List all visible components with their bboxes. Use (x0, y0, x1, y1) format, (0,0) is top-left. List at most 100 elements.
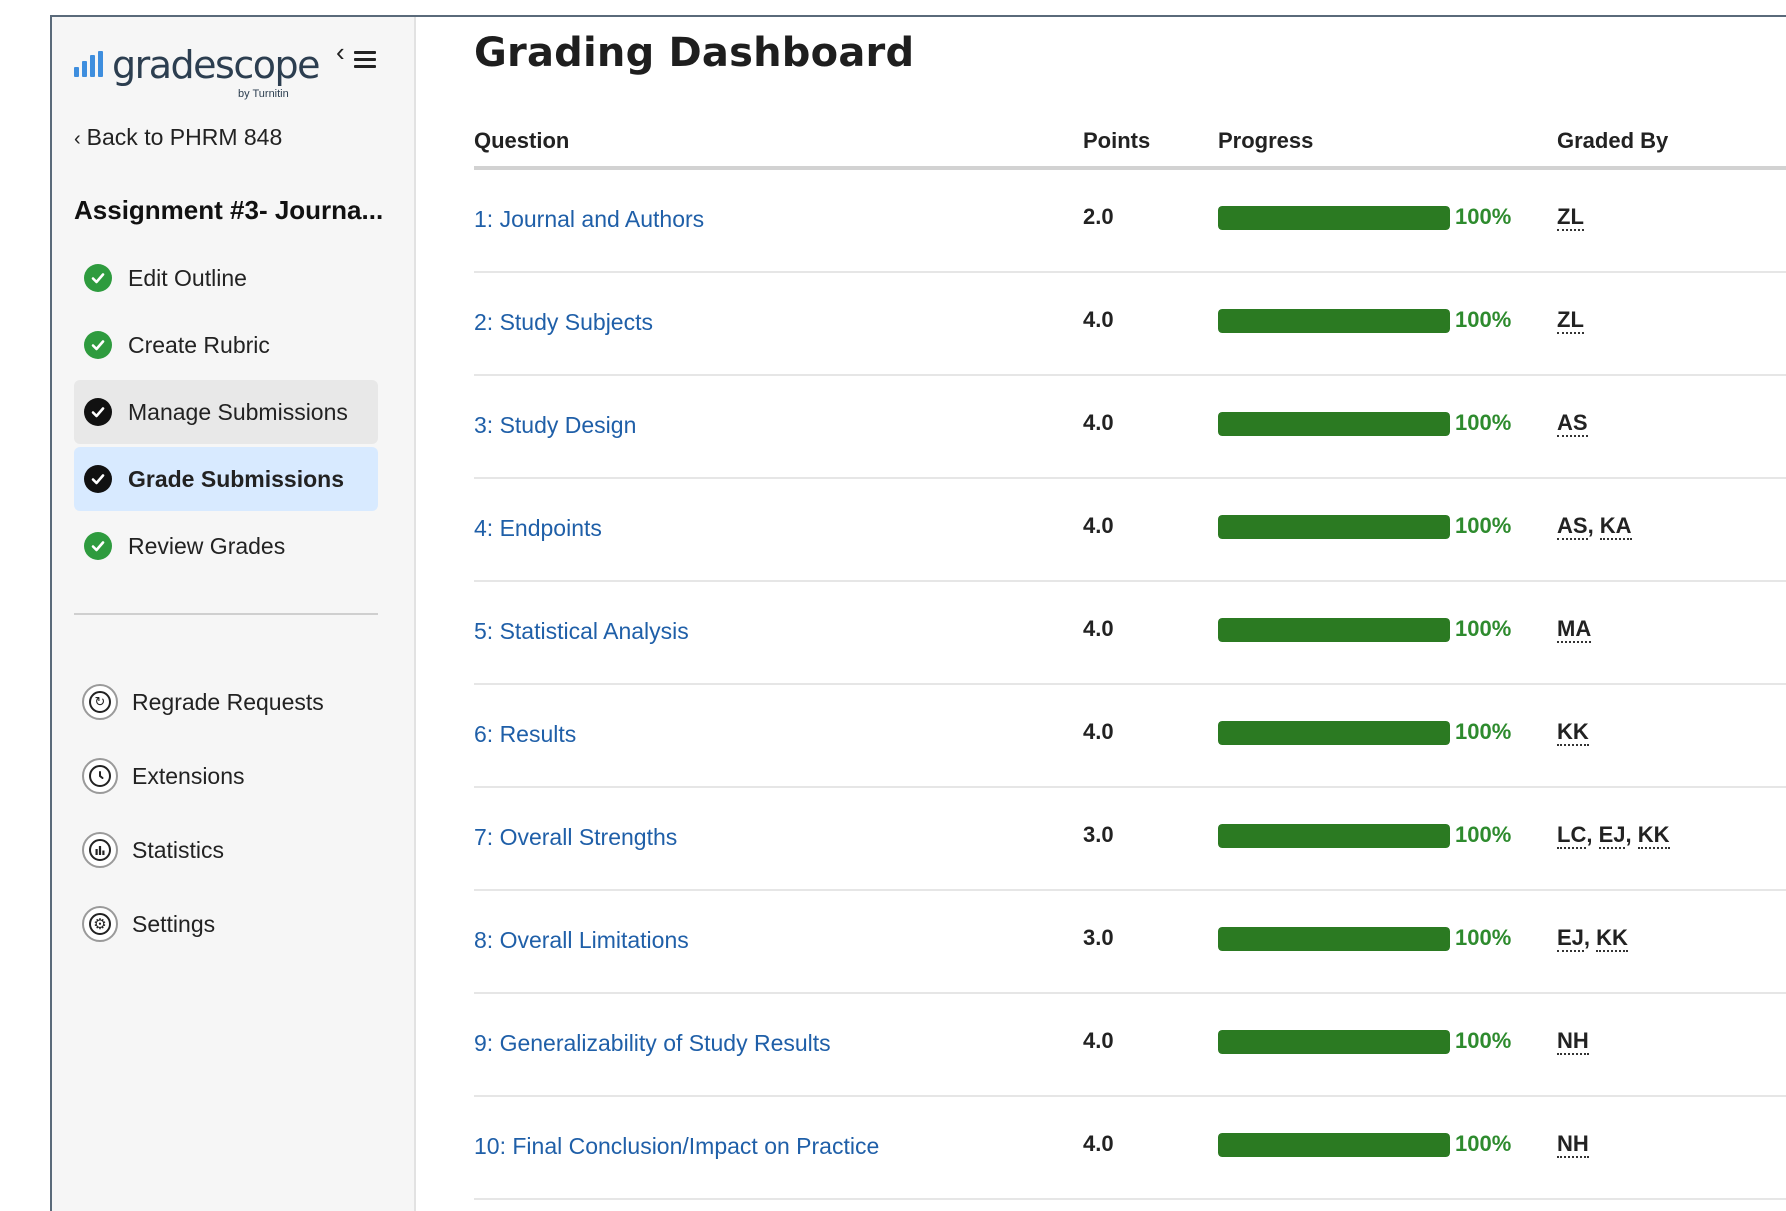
sidebar-item-settings[interactable]: ⚙ Settings (74, 887, 378, 961)
grader-initials[interactable]: NH (1557, 1028, 1589, 1055)
table-row: 9: Generalizability of Study Results 4.0 1… (474, 994, 1786, 1097)
question-points: 4.0 (1083, 719, 1114, 744)
sidebar-item-label: Review Grades (128, 532, 286, 559)
question-link[interactable]: 1: Journal and Authors (474, 206, 704, 233)
chevron-left-icon: ‹ (74, 128, 81, 150)
sidebar-item-label: Extensions (132, 762, 245, 789)
sidebar-item-grade-submissions[interactable]: Grade Submissions (74, 447, 378, 511)
question-points: 4.0 (1083, 513, 1114, 538)
progress-bar-fill (1218, 309, 1450, 333)
grader-initials[interactable]: EJ (1557, 925, 1584, 952)
question-points: 3.0 (1083, 925, 1114, 950)
sidebar-item-extensions[interactable]: Extensions (74, 739, 378, 813)
check-circle-icon (84, 398, 112, 426)
page-title: Grading Dashboard (474, 30, 915, 76)
question-link[interactable]: 5: Statistical Analysis (474, 618, 689, 645)
question-link[interactable]: 2: Study Subjects (474, 309, 653, 336)
back-to-course-link[interactable]: ‹ Back to PHRM 848 (74, 124, 282, 151)
grader-initials[interactable]: AS (1557, 410, 1588, 437)
grader-initials[interactable]: AS (1557, 513, 1588, 540)
sidebar-item-label: Regrade Requests (132, 688, 324, 715)
table-row: 7: Overall Strengths 3.0 100% LC, EJ, KK (474, 788, 1786, 891)
assignment-tools-nav: ↻ Regrade Requests Extensions Statistics… (74, 665, 378, 961)
main-content: Grading Dashboard (474, 30, 1786, 76)
progress-bar-fill (1218, 1030, 1450, 1054)
progress-bar-fill (1218, 824, 1450, 848)
graded-by-list: AS, KA (1557, 513, 1632, 540)
sidebar-item-label: Edit Outline (128, 264, 247, 291)
back-link-label: Back to PHRM 848 (86, 124, 283, 150)
progress-bar-fill (1218, 721, 1450, 745)
table-header: Question Points Progress Graded By (474, 120, 1786, 170)
progress-percent: 100% (1455, 925, 1512, 950)
progress-bar (1218, 824, 1450, 848)
question-link[interactable]: 8: Overall Limitations (474, 927, 689, 954)
grader-initials[interactable]: KK (1596, 925, 1628, 952)
progress-bar-fill (1218, 412, 1450, 436)
sidebar-item-label: Create Rubric (128, 331, 270, 358)
progress-percent: 100% (1455, 822, 1512, 847)
progress-percent: 100% (1455, 513, 1512, 538)
column-header-question: Question (474, 128, 570, 153)
sidebar-item-manage-submissions[interactable]: Manage Submissions (74, 380, 378, 444)
progress-percent: 100% (1455, 616, 1512, 641)
grader-initials[interactable]: KK (1637, 822, 1670, 849)
gradescope-logo[interactable]: gradescope by Turnitin (74, 33, 320, 100)
sidebar-item-label: Manage Submissions (128, 398, 348, 425)
sidebar: gradescope by Turnitin ‹ ‹ Back to PHRM 8… (52, 17, 416, 1211)
question-link[interactable]: 7: Overall Strengths (474, 824, 677, 851)
question-points: 4.0 (1083, 1028, 1114, 1053)
question-link[interactable]: 3: Study Design (474, 412, 636, 439)
progress-bar-fill (1218, 515, 1450, 539)
grader-initials[interactable]: NH (1557, 1131, 1589, 1158)
progress-bar-fill (1218, 1133, 1450, 1157)
graded-by-list: AS (1557, 410, 1588, 437)
table-row: 1: Journal and Authors 2.0 100% ZL (474, 170, 1786, 273)
table-row: 8: Overall Limitations 3.0 100% EJ, KK (474, 891, 1786, 994)
sidebar-item-label: Statistics (132, 836, 225, 863)
question-link[interactable]: 6: Results (474, 721, 576, 748)
progress-bar (1218, 1030, 1450, 1054)
table-row: 6: Results 4.0 100% KK (474, 685, 1786, 788)
grader-initials[interactable]: ZL (1557, 204, 1584, 231)
progress-bar-fill (1218, 618, 1450, 642)
question-points: 2.0 (1083, 204, 1114, 229)
grader-initials[interactable]: LC (1557, 822, 1587, 849)
hamburger-icon (354, 51, 376, 72)
sidebar-item-regrade-requests[interactable]: ↻ Regrade Requests (74, 665, 378, 739)
grader-initials[interactable]: MA (1557, 616, 1592, 643)
progress-bar (1218, 927, 1450, 951)
table-row: 5: Statistical Analysis 4.0 100% MA (474, 582, 1786, 685)
question-points: 4.0 (1083, 616, 1114, 641)
question-link[interactable]: 9: Generalizability of Study Results (474, 1030, 831, 1057)
progress-bar (1218, 618, 1450, 642)
question-points: 4.0 (1083, 410, 1114, 435)
sidebar-item-create-rubric[interactable]: Create Rubric (74, 313, 378, 377)
logo-byline: by Turnitin (238, 88, 289, 100)
question-link[interactable]: 10: Final Conclusion/Impact on Practice (474, 1133, 879, 1160)
collapse-sidebar-button[interactable]: ‹ (336, 37, 384, 79)
graded-by-list: KK (1557, 719, 1589, 746)
check-circle-icon (84, 465, 112, 493)
grader-initials[interactable]: ZL (1557, 307, 1584, 334)
grader-initials[interactable]: EJ (1598, 822, 1626, 849)
table-row: 4: Endpoints 4.0 100% AS, KA (474, 479, 1786, 582)
sidebar-item-label: Settings (132, 910, 216, 937)
graded-by-list: NH (1557, 1131, 1589, 1158)
grader-initials[interactable]: KK (1557, 719, 1589, 746)
question-points: 4.0 (1083, 307, 1114, 332)
graded-by-list: NH (1557, 1028, 1589, 1055)
sidebar-item-review-grades[interactable]: Review Grades (74, 514, 378, 578)
logo-wordmark: gradescope (112, 43, 320, 87)
progress-bar (1218, 206, 1450, 230)
column-header-points: Points (1083, 128, 1151, 153)
sidebar-item-label: Grade Submissions (128, 465, 345, 492)
grader-initials[interactable]: KA (1599, 513, 1632, 540)
progress-percent: 100% (1455, 719, 1512, 744)
chevron-left-icon: ‹ (336, 37, 345, 67)
sidebar-item-statistics[interactable]: Statistics (74, 813, 378, 887)
question-points: 3.0 (1083, 822, 1114, 847)
question-points: 4.0 (1083, 1131, 1114, 1156)
question-link[interactable]: 4: Endpoints (474, 515, 602, 542)
sidebar-item-edit-outline[interactable]: Edit Outline (74, 246, 378, 310)
